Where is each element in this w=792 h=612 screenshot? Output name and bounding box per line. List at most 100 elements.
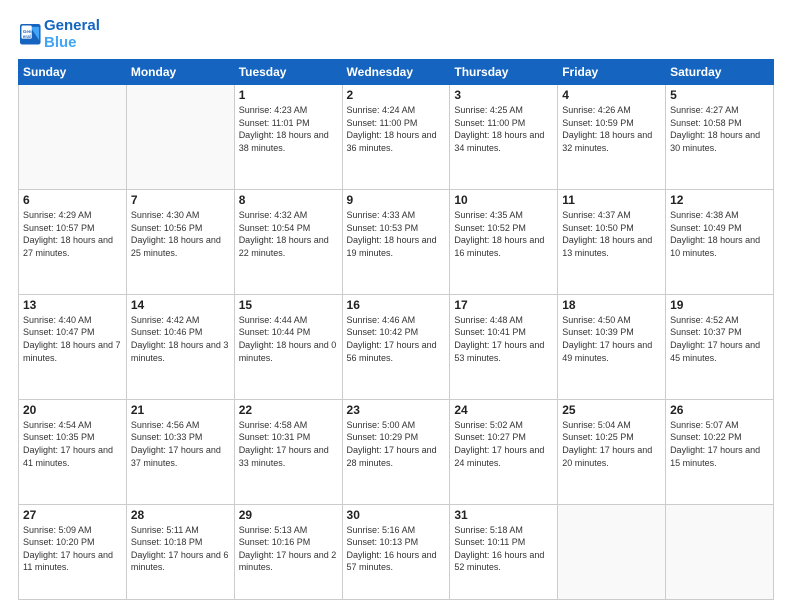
day-info: Sunrise: 5:18 AMSunset: 10:11 PMDaylight… — [454, 524, 553, 574]
calendar-cell: 16 Sunrise: 4:46 AMSunset: 10:42 PMDaylig… — [342, 294, 450, 399]
weekday-header-row: Sunday Monday Tuesday Wednesday Thursday… — [19, 60, 774, 85]
day-info: Sunrise: 5:09 AMSunset: 10:20 PMDaylight… — [23, 524, 122, 574]
day-info: Sunrise: 5:02 AMSunset: 10:27 PMDaylight… — [454, 419, 553, 469]
header-sunday: Sunday — [19, 60, 127, 85]
calendar-cell: 11 Sunrise: 4:37 AMSunset: 10:50 PMDaylig… — [558, 189, 666, 294]
calendar-cell: 29 Sunrise: 5:13 AMSunset: 10:16 PMDaylig… — [234, 504, 342, 599]
calendar-cell: 1 Sunrise: 4:23 AMSunset: 11:01 PMDayligh… — [234, 85, 342, 190]
logo-text: General Blue — [44, 18, 100, 51]
day-info: Sunrise: 4:35 AMSunset: 10:52 PMDaylight… — [454, 209, 553, 259]
calendar-cell: 12 Sunrise: 4:38 AMSunset: 10:49 PMDaylig… — [666, 189, 774, 294]
day-info: Sunrise: 4:48 AMSunset: 10:41 PMDaylight… — [454, 314, 553, 364]
day-info: Sunrise: 4:52 AMSunset: 10:37 PMDaylight… — [670, 314, 769, 364]
day-info: Sunrise: 4:46 AMSunset: 10:42 PMDaylight… — [347, 314, 446, 364]
day-info: Sunrise: 5:07 AMSunset: 10:22 PMDaylight… — [670, 419, 769, 469]
page: Gen eral General Blue Sunday Monday Tues… — [0, 0, 792, 612]
calendar-cell: 7 Sunrise: 4:30 AMSunset: 10:56 PMDayligh… — [126, 189, 234, 294]
day-info: Sunrise: 4:42 AMSunset: 10:46 PMDaylight… — [131, 314, 230, 364]
day-info: Sunrise: 5:16 AMSunset: 10:13 PMDaylight… — [347, 524, 446, 574]
day-info: Sunrise: 4:50 AMSunset: 10:39 PMDaylight… — [562, 314, 661, 364]
day-number: 16 — [347, 298, 446, 312]
calendar-cell: 26 Sunrise: 5:07 AMSunset: 10:22 PMDaylig… — [666, 399, 774, 504]
day-number: 29 — [239, 508, 338, 522]
calendar-cell: 28 Sunrise: 5:11 AMSunset: 10:18 PMDaylig… — [126, 504, 234, 599]
calendar-cell: 23 Sunrise: 5:00 AMSunset: 10:29 PMDaylig… — [342, 399, 450, 504]
day-number: 27 — [23, 508, 122, 522]
day-number: 31 — [454, 508, 553, 522]
day-number: 20 — [23, 403, 122, 417]
header-tuesday: Tuesday — [234, 60, 342, 85]
header-friday: Friday — [558, 60, 666, 85]
calendar-cell: 20 Sunrise: 4:54 AMSunset: 10:35 PMDaylig… — [19, 399, 127, 504]
day-info: Sunrise: 4:33 AMSunset: 10:53 PMDaylight… — [347, 209, 446, 259]
day-info: Sunrise: 4:27 AMSunset: 10:58 PMDaylight… — [670, 104, 769, 154]
day-number: 2 — [347, 88, 446, 102]
header-wednesday: Wednesday — [342, 60, 450, 85]
calendar-cell: 30 Sunrise: 5:16 AMSunset: 10:13 PMDaylig… — [342, 504, 450, 599]
svg-text:Gen: Gen — [23, 28, 32, 33]
calendar-cell: 8 Sunrise: 4:32 AMSunset: 10:54 PMDayligh… — [234, 189, 342, 294]
day-number: 11 — [562, 193, 661, 207]
day-info: Sunrise: 4:32 AMSunset: 10:54 PMDaylight… — [239, 209, 338, 259]
calendar-cell: 31 Sunrise: 5:18 AMSunset: 10:11 PMDaylig… — [450, 504, 558, 599]
calendar-cell: 19Sunrise: 4:52 AMSunset: 10:37 PMDaylig… — [666, 294, 774, 399]
calendar-cell — [558, 504, 666, 599]
header-thursday: Thursday — [450, 60, 558, 85]
day-number: 30 — [347, 508, 446, 522]
logo: Gen eral General Blue — [18, 18, 100, 51]
calendar-cell: 24 Sunrise: 5:02 AMSunset: 10:27 PMDaylig… — [450, 399, 558, 504]
day-info: Sunrise: 4:29 AMSunset: 10:57 PMDaylight… — [23, 209, 122, 259]
calendar-cell: 25Sunrise: 5:04 AMSunset: 10:25 PMDaylig… — [558, 399, 666, 504]
day-number: 18 — [562, 298, 661, 312]
logo-icon: Gen eral — [20, 24, 42, 46]
day-number: 10 — [454, 193, 553, 207]
day-info: Sunrise: 5:11 AMSunset: 10:18 PMDaylight… — [131, 524, 230, 574]
day-number: 7 — [131, 193, 230, 207]
calendar-cell — [19, 85, 127, 190]
day-info: Sunrise: 4:44 AMSunset: 10:44 PMDaylight… — [239, 314, 338, 364]
day-number: 12 — [670, 193, 769, 207]
day-info: Sunrise: 4:30 AMSunset: 10:56 PMDaylight… — [131, 209, 230, 259]
day-info: Sunrise: 5:13 AMSunset: 10:16 PMDaylight… — [239, 524, 338, 574]
day-number: 14 — [131, 298, 230, 312]
calendar-cell: 9 Sunrise: 4:33 AMSunset: 10:53 PMDayligh… — [342, 189, 450, 294]
day-number: 15 — [239, 298, 338, 312]
day-info: Sunrise: 4:37 AMSunset: 10:50 PMDaylight… — [562, 209, 661, 259]
calendar-cell: 17 Sunrise: 4:48 AMSunset: 10:41 PMDaylig… — [450, 294, 558, 399]
svg-text:eral: eral — [23, 33, 31, 38]
day-info: Sunrise: 4:24 AMSunset: 11:00 PMDaylight… — [347, 104, 446, 154]
calendar-cell: 3Sunrise: 4:25 AMSunset: 11:00 PMDayligh… — [450, 85, 558, 190]
header-saturday: Saturday — [666, 60, 774, 85]
day-number: 24 — [454, 403, 553, 417]
header-monday: Monday — [126, 60, 234, 85]
calendar-cell: 4 Sunrise: 4:26 AMSunset: 10:59 PMDayligh… — [558, 85, 666, 190]
day-number: 28 — [131, 508, 230, 522]
day-info: Sunrise: 5:00 AMSunset: 10:29 PMDaylight… — [347, 419, 446, 469]
day-info: Sunrise: 4:56 AMSunset: 10:33 PMDaylight… — [131, 419, 230, 469]
day-number: 21 — [131, 403, 230, 417]
day-number: 25 — [562, 403, 661, 417]
day-number: 13 — [23, 298, 122, 312]
calendar-cell: 6Sunrise: 4:29 AMSunset: 10:57 PMDayligh… — [19, 189, 127, 294]
day-info: Sunrise: 4:54 AMSunset: 10:35 PMDaylight… — [23, 419, 122, 469]
day-info: Sunrise: 4:25 AMSunset: 11:00 PMDaylight… — [454, 104, 553, 154]
calendar-cell: 5 Sunrise: 4:27 AMSunset: 10:58 PMDayligh… — [666, 85, 774, 190]
day-info: Sunrise: 4:58 AMSunset: 10:31 PMDaylight… — [239, 419, 338, 469]
calendar-cell — [126, 85, 234, 190]
day-number: 5 — [670, 88, 769, 102]
day-number: 9 — [347, 193, 446, 207]
day-number: 8 — [239, 193, 338, 207]
day-number: 23 — [347, 403, 446, 417]
day-number: 1 — [239, 88, 338, 102]
day-number: 17 — [454, 298, 553, 312]
day-info: Sunrise: 4:23 AMSunset: 11:01 PMDaylight… — [239, 104, 338, 154]
day-info: Sunrise: 4:38 AMSunset: 10:49 PMDaylight… — [670, 209, 769, 259]
calendar-cell: 14 Sunrise: 4:42 AMSunset: 10:46 PMDaylig… — [126, 294, 234, 399]
day-info: Sunrise: 4:26 AMSunset: 10:59 PMDaylight… — [562, 104, 661, 154]
calendar-table: Sunday Monday Tuesday Wednesday Thursday… — [18, 59, 774, 600]
day-number: 4 — [562, 88, 661, 102]
day-number: 26 — [670, 403, 769, 417]
calendar-cell: 21 Sunrise: 4:56 AMSunset: 10:33 PMDaylig… — [126, 399, 234, 504]
calendar-cell: 15 Sunrise: 4:44 AMSunset: 10:44 PMDaylig… — [234, 294, 342, 399]
calendar-cell: 18 Sunrise: 4:50 AMSunset: 10:39 PMDaylig… — [558, 294, 666, 399]
